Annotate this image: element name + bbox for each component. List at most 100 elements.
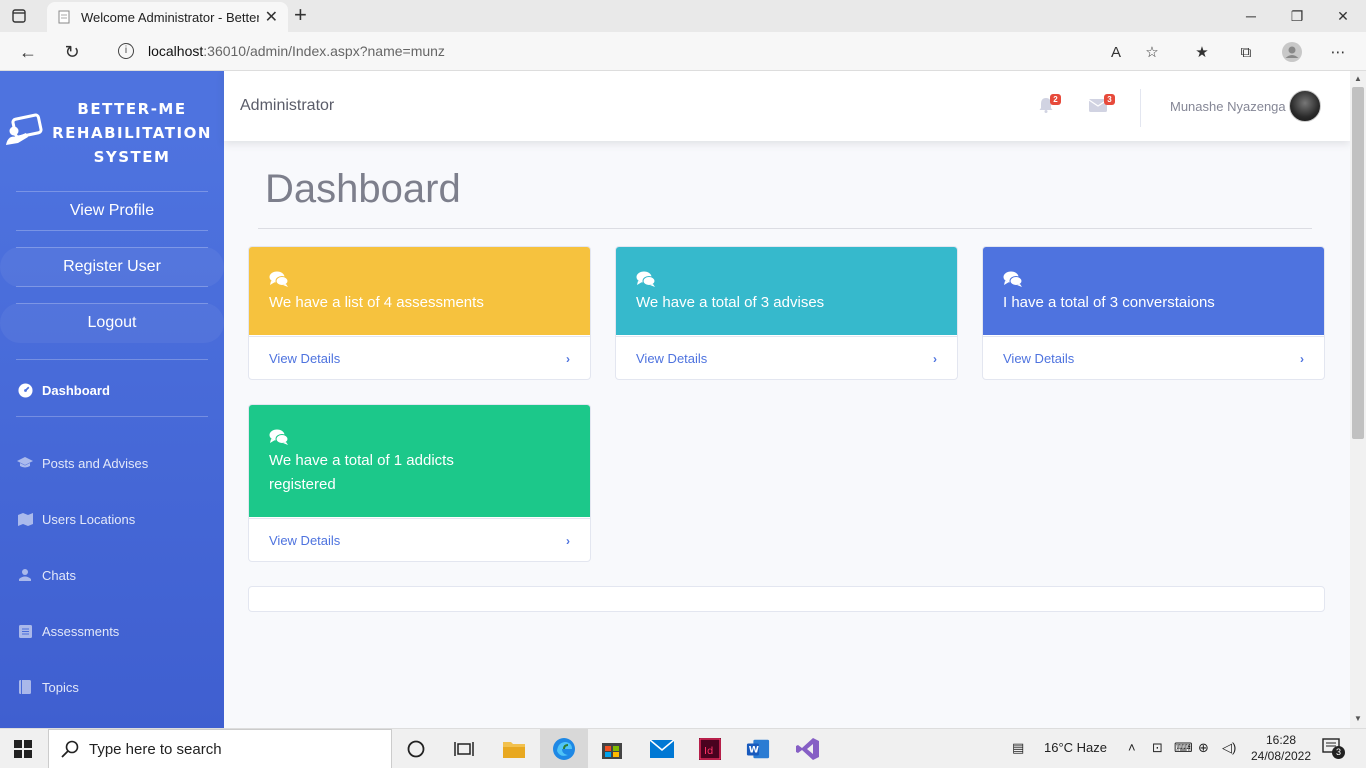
- sidebar-item-label: Dashboard: [42, 382, 110, 398]
- mail-icon[interactable]: [650, 737, 674, 761]
- view-details-link[interactable]: View Details ›: [983, 336, 1324, 379]
- tab-close-icon[interactable]: ✕: [265, 7, 278, 27]
- register-user-button[interactable]: Register User: [0, 247, 224, 287]
- weather-icon[interactable]: ▤: [1012, 740, 1024, 756]
- book-icon: [17, 680, 33, 694]
- window-close-icon[interactable]: ✕: [1320, 0, 1366, 32]
- file-explorer-icon[interactable]: [502, 737, 526, 761]
- search-placeholder: Type here to search: [89, 740, 222, 758]
- system-clock[interactable]: 16:28 24/08/2022: [1248, 732, 1314, 764]
- avatar[interactable]: [1289, 90, 1321, 122]
- profile-icon[interactable]: [1282, 42, 1302, 62]
- network-icon[interactable]: ⊡: [1152, 740, 1163, 756]
- chat-icon: [17, 568, 33, 582]
- brand-logo-icon: [6, 113, 43, 145]
- card-message: We have a total of 1 addicts registered: [269, 452, 454, 493]
- more-options-icon[interactable]: ⋯: [1328, 42, 1348, 62]
- chevron-up-icon[interactable]: ˄: [1128, 740, 1136, 755]
- cortana-icon[interactable]: [404, 737, 428, 761]
- restore-icon[interactable]: ❐: [1274, 0, 1320, 32]
- card-assessments: We have a list of 4 assessments View Det…: [248, 246, 591, 380]
- visual-studio-icon[interactable]: [796, 737, 820, 761]
- volume-icon[interactable]: ◁): [1222, 740, 1236, 756]
- view-details-link[interactable]: View Details ›: [249, 518, 590, 561]
- card-message: We have a total of 3 advises: [636, 294, 825, 311]
- page-favicon-icon: [58, 10, 70, 24]
- comments-icon: [636, 271, 656, 287]
- sidebar-brand[interactable]: BETTER-ME REHABILITATION SYSTEM: [0, 97, 224, 177]
- sidebar-item-users-locations[interactable]: Users Locations: [17, 507, 135, 531]
- alerts-button[interactable]: 2: [1038, 94, 1061, 115]
- sidebar-divider: [16, 230, 208, 231]
- scroll-up-icon[interactable]: ▲: [1354, 74, 1362, 83]
- view-details-link[interactable]: View Details ›: [616, 336, 957, 379]
- sidebar-divider: [16, 286, 208, 287]
- comments-icon: [269, 429, 289, 445]
- sidebar-item-dashboard[interactable]: Dashboard: [17, 378, 110, 402]
- globe-icon[interactable]: ⊕: [1198, 740, 1209, 756]
- notifications-button[interactable]: 3: [1322, 738, 1345, 761]
- list-icon: [17, 624, 33, 638]
- card-header: We have a list of 4 assessments: [249, 247, 590, 335]
- sidebar-item-label: Users Locations: [42, 511, 136, 527]
- vertical-scrollbar[interactable]: ▲ ▼: [1350, 71, 1366, 728]
- sidebar-item-posts-and-advises[interactable]: Posts and Advises: [17, 451, 148, 475]
- card-header: We have a total of 3 advises: [616, 247, 957, 335]
- view-details-label: View Details: [1003, 351, 1075, 366]
- url-field[interactable]: i localhost:36010/admin/Index.aspx?name=…: [100, 36, 1366, 66]
- browser-tab[interactable]: Welcome Administrator - Better- ✕: [47, 2, 288, 32]
- sidebar-item-topics[interactable]: Topics: [17, 675, 79, 699]
- sidebar-item-assessments[interactable]: Assessments: [17, 619, 119, 643]
- card-conversations: I have a total of 3 converstaions View D…: [982, 246, 1325, 380]
- card-advises: We have a total of 3 advises View Detail…: [615, 246, 958, 380]
- add-favorite-icon[interactable]: ☆: [1142, 42, 1162, 62]
- edge-browser-icon[interactable]: [540, 729, 588, 768]
- new-tab-icon[interactable]: +: [294, 4, 307, 26]
- tab-title: Welcome Administrator - Better-: [81, 9, 259, 25]
- weather-text[interactable]: 16°C Haze: [1044, 740, 1107, 755]
- messages-button[interactable]: 3: [1088, 94, 1115, 115]
- taskbar-search-input[interactable]: Type here to search: [48, 729, 392, 768]
- minimize-icon[interactable]: ─: [1228, 0, 1274, 32]
- keyboard-icon[interactable]: ⌨: [1174, 740, 1193, 756]
- notification-count-badge: 3: [1332, 746, 1345, 759]
- svg-text:W: W: [749, 745, 759, 756]
- tab-actions-icon[interactable]: [10, 7, 28, 25]
- topbar-divider: [1140, 89, 1141, 127]
- topbar: Administrator 2 3 Munashe Nyazenga: [224, 71, 1350, 141]
- url-text: localhost:36010/admin/Index.aspx?name=mu…: [148, 43, 445, 59]
- view-profile-button[interactable]: View Profile: [0, 191, 224, 231]
- scroll-down-icon[interactable]: ▼: [1354, 714, 1362, 723]
- card-message: We have a list of 4 assessments: [269, 294, 484, 311]
- collections-icon[interactable]: ⧉: [1236, 42, 1256, 62]
- back-icon[interactable]: ←: [16, 40, 40, 64]
- user-name[interactable]: Munashe Nyazenga: [1170, 99, 1286, 114]
- view-details-label: View Details: [636, 351, 708, 366]
- logout-button[interactable]: Logout: [0, 303, 224, 343]
- view-details-link[interactable]: View Details ›: [249, 336, 590, 379]
- brand-name: BETTER-ME REHABILITATION SYSTEM: [52, 100, 212, 166]
- address-bar-row: ← ↻ i localhost:36010/admin/Index.aspx?n…: [0, 32, 1366, 71]
- task-view-icon[interactable]: [452, 737, 476, 761]
- chevron-right-icon: ›: [566, 351, 570, 366]
- scrollbar-thumb[interactable]: [1352, 87, 1364, 439]
- read-aloud-icon[interactable]: A: [1106, 42, 1126, 62]
- windows-start-icon[interactable]: [14, 740, 32, 758]
- view-details-label: View Details: [269, 351, 341, 366]
- taskbar: Type here to search Id W ▤ 16°C Haze ˄ ⊡…: [0, 728, 1366, 768]
- store-icon[interactable]: [600, 737, 624, 761]
- card-header: We have a total of 1 addicts registered: [249, 405, 590, 517]
- empty-panel: [248, 586, 1325, 612]
- favorites-icon[interactable]: ★: [1192, 42, 1212, 62]
- site-info-icon[interactable]: i: [118, 43, 134, 59]
- sidebar-item-label: Chats: [42, 567, 76, 583]
- comments-icon: [1003, 271, 1023, 287]
- comments-icon: [269, 271, 289, 287]
- indesign-icon[interactable]: Id: [698, 737, 722, 761]
- word-icon[interactable]: W: [746, 737, 770, 761]
- sidebar-item-chats[interactable]: Chats: [17, 563, 76, 587]
- refresh-icon[interactable]: ↻: [60, 40, 84, 64]
- clock-time: 16:28: [1265, 733, 1297, 747]
- chevron-right-icon: ›: [933, 351, 937, 366]
- alerts-count-badge: 2: [1050, 94, 1061, 105]
